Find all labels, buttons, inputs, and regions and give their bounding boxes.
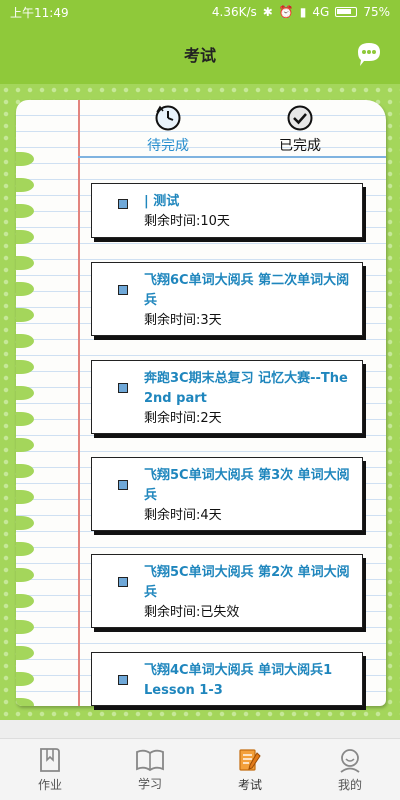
battery-percent: 75% [363,5,390,19]
status-bar: 上午11:49 4.36K/s ✱ ⏰ ▮ 4G 75% [0,0,400,24]
person-icon [340,748,360,773]
tab-completed[interactable]: 已完成 [255,104,345,155]
chat-bubble-icon[interactable] [354,39,384,69]
exam-name: 奔跑3C期末总复习 记忆大赛--The 2nd part [144,371,348,406]
clock-icon [155,105,181,131]
exam-remaining: 剩余时间:3天 [144,313,222,328]
exam-remaining: 剩余时间:10天 [144,214,230,229]
exam-bullet-icon [118,480,128,490]
alarm-icon: ⏰ [278,5,294,19]
tab-pending[interactable]: 待完成 [123,104,213,155]
exam-name: 飞翔4C单词大阅兵 单词大阅兵1 Lesson 1-3 [144,663,333,698]
status-time: 上午11:49 [10,5,69,20]
title-bar: 考试 [0,24,400,84]
tab-completed-label: 已完成 [279,138,321,154]
network-speed: 4.36K/s [211,5,257,19]
nav-label-mine: 我的 [337,777,362,792]
bottom-nav: 作业 学习 考试 我的 [0,738,400,800]
exam-name: 飞翔5C单词大阅兵 第2次 单词大阅兵 [144,565,350,600]
margin-line [78,100,80,706]
network-type: 4G [312,5,330,19]
exam-card[interactable]: 奔跑3C期末总复习 记忆大赛--The 2nd part 剩余时间:2天 [91,360,363,434]
exam-bullet-icon [118,285,128,295]
header-divider [78,156,386,158]
tab-pending-label: 待完成 [147,138,189,154]
status-right: 4.36K/s ✱ ⏰ ▮ 4G 75% [212,5,390,19]
check-circle-icon [287,105,313,131]
nav-item-exam[interactable]: 考试 [200,739,300,800]
exam-remaining: 剩余时间:已失效 [144,605,240,620]
exam-name: 飞翔5C单词大阅兵 第3次 单词大阅兵 [144,468,350,503]
bluetooth-icon: ✱ [262,5,273,19]
exam-card[interactable]: 飞翔6C单词大阅兵 第二次单词大阅兵 剩余时间:3天 [91,262,363,336]
nav-item-homework[interactable]: 作业 [0,739,100,800]
nav-item-study[interactable]: 学习 [100,739,200,800]
exam-remaining: 剩余时间:4天 [144,508,222,523]
page-title: 考试 [183,46,216,65]
exam-card[interactable]: 飞翔5C单词大阅兵 第3次 单词大阅兵 剩余时间:4天 [91,457,363,531]
exam-bullet-icon [118,577,128,587]
nav-item-mine[interactable]: 我的 [300,739,400,800]
exam-card[interactable]: 飞翔4C单词大阅兵 单词大阅兵1 Lesson 1-3 [91,652,363,706]
binder-holes [16,152,56,706]
exam-remaining: 剩余时间:2天 [144,411,222,426]
nav-label-homework: 作业 [37,777,62,792]
exam-card[interactable]: | 测试 剩余时间:10天 [91,183,363,238]
bottom-gap [0,720,400,738]
nav-label-study: 学习 [137,776,162,791]
exam-card[interactable]: 飞翔5C单词大阅兵 第2次 单词大阅兵 剩余时间:已失效 [91,554,363,628]
open-book-icon [136,749,164,771]
exam-bullet-icon [118,383,128,393]
exam-name: | 测试 [144,194,180,209]
bookmark-book-icon [40,747,60,772]
exam-paper-pencil-icon [239,748,261,771]
exam-bullet-icon [118,675,128,685]
exam-bullet-icon [118,199,128,209]
exam-name: 飞翔6C单词大阅兵 第二次单词大阅兵 [144,273,350,308]
signal-icon: ▮ [299,5,307,19]
battery-icon [335,7,358,17]
nav-label-exam: 考试 [237,777,262,792]
